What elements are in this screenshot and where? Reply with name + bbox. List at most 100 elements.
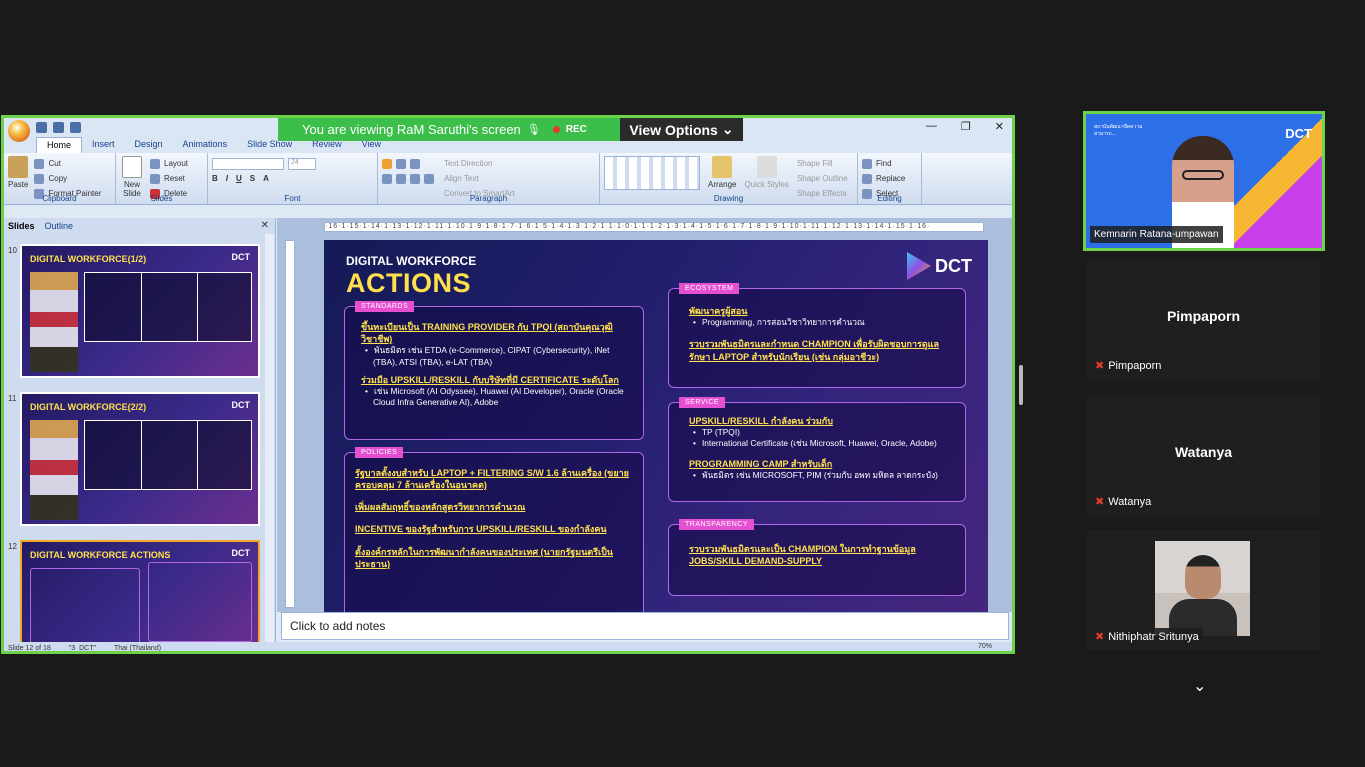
- minimize-icon[interactable]: —: [926, 120, 937, 133]
- horizontal-ruler: ·16·1·15·1·14·1·13·1·12·1·11·1·10·1·9·1·…: [324, 222, 984, 232]
- tab-slides[interactable]: Slides: [8, 221, 35, 231]
- ecosystem-tag: ECOSYSTEM: [679, 283, 740, 294]
- slide-canvas[interactable]: DIGITAL WORKFORCE ACTIONS DCT STANDARDS …: [324, 240, 988, 612]
- new-slide-icon: [122, 156, 142, 178]
- office-button[interactable]: [8, 119, 30, 142]
- service-box[interactable]: SERVICE UPSKILL/RESKILL กำลังคน ร่วมกับ …: [668, 397, 966, 502]
- transparency-box[interactable]: TRANSPARENCY รวบรวมพันธมิตรและเป็น CHAMP…: [668, 519, 966, 596]
- language-status[interactable]: Thai (Thailand): [114, 645, 161, 652]
- undo-icon[interactable]: [53, 122, 64, 133]
- slide-editor: ·16·1·15·1·14·1·13·1·12·1·11·1·10·1·9·1·…: [277, 218, 1012, 612]
- bold-button[interactable]: B: [212, 174, 218, 183]
- participant-label-row: ✖ Nithiphatr Sritunya: [1087, 628, 1320, 648]
- find-button[interactable]: Find: [862, 156, 917, 171]
- standards-box[interactable]: STANDARDS ขึ้นทะเบียนเป็น TRAINING PROVI…: [344, 301, 644, 440]
- slide-thumbnail-10[interactable]: DIGITAL WORKFORCE(1/2) DCT: [20, 244, 260, 378]
- splitter-handle[interactable]: [1019, 365, 1023, 405]
- text-direction-button[interactable]: Text Direction: [444, 156, 515, 171]
- active-speaker-video[interactable]: สถาบันพัฒนาขีดความสามารถ... DCT Kemnarin…: [1083, 111, 1325, 251]
- recording-dot-icon: [552, 126, 560, 133]
- recording-label: REC: [565, 124, 587, 135]
- view-options-button[interactable]: View Options ⌄: [620, 118, 743, 141]
- align-center-icon[interactable]: [396, 173, 406, 184]
- ecosystem-bullet-1: Programming, การสอนวิชาวิทยาการคำนวณ: [689, 317, 959, 328]
- thumbnail-image: [30, 420, 78, 520]
- mic-muted-icon: 🎙: [526, 124, 541, 136]
- replace-icon: [862, 173, 872, 184]
- chevron-down-icon[interactable]: ⌄: [1193, 676, 1206, 696]
- mic-muted-icon: ✖: [1095, 360, 1105, 372]
- chevron-down-icon: ⌄: [721, 121, 734, 137]
- save-icon[interactable]: [36, 122, 47, 133]
- thumbnail-number: 12: [8, 542, 17, 551]
- redo-icon[interactable]: [70, 122, 81, 133]
- arrange-icon: [712, 156, 733, 178]
- slide-title: ACTIONS: [346, 268, 471, 298]
- layout-icon: [150, 158, 160, 169]
- justify-icon[interactable]: [424, 173, 434, 184]
- tab-insert[interactable]: Insert: [82, 137, 125, 153]
- tab-animations[interactable]: Animations: [173, 137, 238, 153]
- zoom-level[interactable]: 70%: [978, 643, 992, 650]
- thumbnail-number: 11: [8, 394, 17, 403]
- editing-group: Find Replace Select Editing: [858, 153, 922, 204]
- underline-button[interactable]: U: [236, 174, 242, 183]
- service-bullet-3: พันธมิตร เช่น MICROSOFT, PIM (ร่วมกับ อพ…: [689, 470, 959, 481]
- thumbnail-table: [84, 272, 252, 342]
- thumbnail-image: [30, 272, 78, 372]
- close-icon[interactable]: ✕: [995, 120, 1004, 133]
- standards-point-1: ขึ้นทะเบียนเป็น TRAINING PROVIDER กับ TP…: [361, 322, 613, 345]
- strikethrough-button[interactable]: S: [250, 174, 255, 183]
- shape-fill-button[interactable]: Shape Fill: [797, 156, 848, 171]
- slide-thumbnail-12[interactable]: DIGITAL WORKFORCE ACTIONS DCT: [20, 540, 260, 650]
- italic-button[interactable]: I: [226, 174, 228, 183]
- bullets-icon[interactable]: [382, 158, 392, 169]
- copy-button[interactable]: Copy: [34, 171, 101, 186]
- tab-outline[interactable]: Outline: [45, 221, 74, 231]
- service-point-1: UPSKILL/RESKILL กำลังคน ร่วมกับ: [689, 416, 833, 426]
- service-bullet-1: TP (TPQI): [689, 427, 959, 438]
- transparency-point-1: รวบรวมพันธมิตรและเป็น CHAMPION ในการทำฐา…: [689, 544, 916, 567]
- slide-subtitle: DIGITAL WORKFORCE: [346, 254, 477, 268]
- participant-display-name: Pimpaporn: [1166, 308, 1241, 324]
- indent-icon[interactable]: [410, 158, 420, 169]
- policies-point-4: ตั้งองค์กรหลักในการพัฒนากำลังคนของประเทศ…: [355, 546, 613, 569]
- participant-tile[interactable]: Watanya ✖ Watanya: [1087, 396, 1320, 516]
- align-left-icon[interactable]: [382, 173, 392, 184]
- align-right-icon[interactable]: [410, 173, 420, 184]
- reset-button[interactable]: Reset: [150, 171, 188, 186]
- tab-design[interactable]: Design: [125, 137, 173, 153]
- font-name-select[interactable]: [212, 157, 284, 170]
- share-banner-text: You are viewing RaM Saruthi's screen: [302, 122, 521, 137]
- layout-button[interactable]: Layout: [150, 156, 188, 171]
- thumbnail-title: DIGITAL WORKFORCE ACTIONS: [30, 550, 171, 560]
- slide-counter: Slide 12 of 18: [8, 644, 51, 652]
- thumbnail-title: DIGITAL WORKFORCE(2/2): [30, 402, 147, 412]
- replace-button[interactable]: Replace: [862, 171, 917, 186]
- font-size-select[interactable]: 24: [288, 157, 316, 170]
- mic-muted-icon: ✖: [1095, 631, 1105, 643]
- shapes-gallery[interactable]: [604, 156, 700, 190]
- close-panel-icon[interactable]: ✕: [261, 220, 269, 231]
- participant-name: Kemnarin Ratana-umpawan: [1090, 226, 1223, 243]
- status-bar: Slide 12 of 18 "3_DCT" Thai (Thailand) 7…: [4, 642, 1012, 652]
- panel-scrollbar[interactable]: [265, 234, 274, 650]
- person-head: [1185, 555, 1221, 599]
- slide-thumbnail-11[interactable]: DIGITAL WORKFORCE(2/2) DCT: [20, 392, 260, 526]
- align-text-button[interactable]: Align Text: [444, 171, 515, 186]
- window-controls: — ❐ ✕: [926, 120, 1004, 133]
- tab-home[interactable]: Home: [36, 137, 83, 153]
- numbering-icon[interactable]: [396, 158, 406, 169]
- notes-pane[interactable]: Click to add notes: [281, 612, 1009, 640]
- participant-tile[interactable]: Pimpaporn ✖ Pimpaporn: [1087, 260, 1320, 380]
- cut-button[interactable]: Cut: [34, 156, 101, 171]
- participant-label: ✖ Watanya: [1091, 493, 1156, 510]
- font-color-button[interactable]: A: [263, 174, 269, 183]
- policies-box[interactable]: POLICIES รัฐบาลตั้งงบสำหรับ LAPTOP + FIL…: [344, 447, 644, 612]
- maximize-icon[interactable]: ❐: [961, 120, 971, 133]
- ecosystem-box[interactable]: ECOSYSTEM พัฒนาครูผู้สอน Programming, กา…: [668, 283, 966, 388]
- thumbnail-title: DIGITAL WORKFORCE(1/2): [30, 254, 147, 264]
- shape-outline-button[interactable]: Shape Outline: [797, 171, 848, 186]
- standards-bullet-1: พันธมิตร เช่น ETDA (e-Commerce), CIPAT (…: [361, 345, 631, 368]
- org-text: สถาบันพัฒนาขีดความสามารถ...: [1094, 124, 1143, 137]
